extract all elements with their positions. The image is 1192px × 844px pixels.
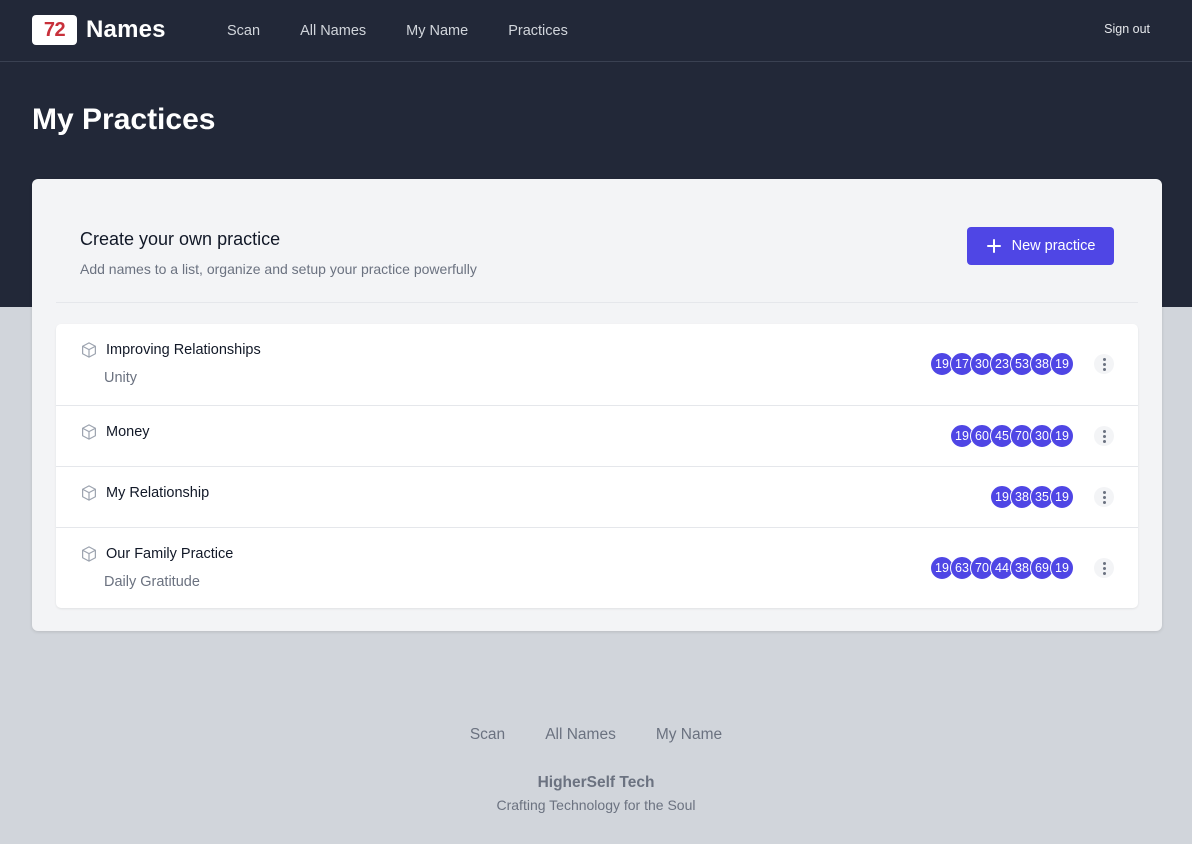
more-options-icon[interactable]	[1094, 558, 1114, 578]
sign-out-link[interactable]: Sign out	[1104, 22, 1150, 36]
name-chip[interactable]: 19	[1050, 556, 1074, 580]
plus-icon	[986, 238, 1002, 254]
practice-name[interactable]: Improving Relationships	[106, 342, 261, 358]
practice-list: Improving Relationships Unity 19 38 53 2…	[56, 324, 1138, 608]
footer-link-all-names[interactable]: All Names	[545, 726, 616, 744]
page-title: My Practices	[32, 103, 216, 136]
name-chips: 19 69 38 44 70 63 19	[930, 556, 1074, 580]
footer-links: Scan All Names My Name	[0, 726, 1192, 744]
practice-subtitle: Unity	[104, 370, 138, 386]
practice-subtitle: Daily Gratitude	[104, 574, 200, 590]
name-chips: 19 30 70 45 60 19	[950, 424, 1074, 448]
cube-icon	[82, 485, 96, 501]
practice-row[interactable]: My Relationship 19 35 38 19	[56, 466, 1138, 527]
card-title: Create your own practice	[80, 229, 281, 249]
practice-name[interactable]: Our Family Practice	[106, 546, 233, 562]
more-options-icon[interactable]	[1094, 354, 1114, 374]
nav-link-practices[interactable]: Practices	[488, 23, 588, 39]
practice-row[interactable]: Money 19 30 70 45 60 19	[56, 405, 1138, 466]
name-chip[interactable]: 19	[1050, 485, 1074, 509]
name-chips: 19 35 38 19	[990, 485, 1074, 509]
practice-row[interactable]: Improving Relationships Unity 19 38 53 2…	[56, 324, 1138, 405]
practices-card: Create your own practice Add names to a …	[32, 179, 1162, 631]
nav-link-my-name[interactable]: My Name	[386, 23, 488, 39]
nav-links: Scan All Names My Name Practices	[207, 0, 588, 61]
practice-row[interactable]: Our Family Practice Daily Gratitude 19 6…	[56, 527, 1138, 608]
nav-link-all-names[interactable]: All Names	[280, 23, 386, 39]
practice-name[interactable]: My Relationship	[106, 485, 209, 501]
name-chip[interactable]: 19	[1050, 352, 1074, 376]
more-options-icon[interactable]	[1094, 426, 1114, 446]
cube-icon	[82, 342, 96, 358]
footer-company: HigherSelf Tech	[537, 774, 655, 791]
logo-word: Names	[86, 16, 166, 43]
top-nav: 72 Names Scan All Names My Name Practice…	[0, 0, 1192, 62]
logo[interactable]: 72 Names	[32, 15, 166, 45]
practice-name[interactable]: Money	[106, 424, 150, 440]
nav-link-scan[interactable]: Scan	[207, 23, 280, 39]
logo-badge: 72	[32, 15, 77, 45]
cube-icon	[82, 424, 96, 440]
footer-link-my-name[interactable]: My Name	[656, 726, 722, 744]
cube-icon	[82, 546, 96, 562]
card-subtitle: Add names to a list, organize and setup …	[80, 261, 477, 277]
name-chips: 19 38 53 23 30 17 19	[930, 352, 1074, 376]
footer-tagline: Crafting Technology for the Soul	[496, 797, 696, 813]
footer-link-scan[interactable]: Scan	[470, 726, 505, 744]
more-options-icon[interactable]	[1094, 487, 1114, 507]
divider	[56, 302, 1138, 303]
new-practice-label: New practice	[1011, 238, 1096, 254]
new-practice-button[interactable]: New practice	[967, 227, 1114, 265]
name-chip[interactable]: 19	[1050, 424, 1074, 448]
